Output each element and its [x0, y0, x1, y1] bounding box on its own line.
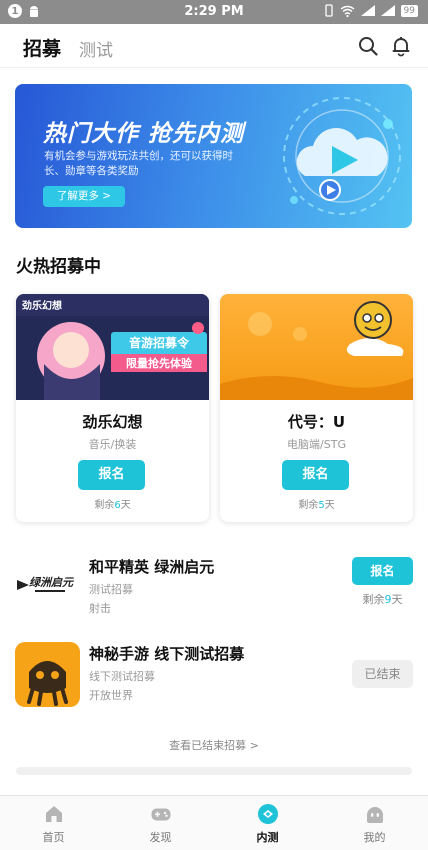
row-subtitle: 线下测试招募 [89, 670, 155, 683]
status-bar: 1 2:29 PM 99 [0, 0, 428, 24]
ended-button[interactable]: 已结束 [352, 660, 413, 688]
row-title: 神秘手游 线下测试招募 [89, 645, 245, 663]
row-subtitle: 测试招募 [89, 583, 133, 596]
nav-label: 内测 [256, 831, 279, 844]
game-tags: 音乐/换装 [88, 438, 137, 451]
list-item[interactable]: 绿洲启元 和平精英 绿洲启元 测试招募 射击 报名 剩余9天 [0, 555, 428, 623]
card-cover-image [220, 294, 413, 400]
tab-recruit[interactable]: 招募 [23, 34, 61, 61]
wifi-icon [340, 5, 354, 17]
logo-text: 绿洲启元 [29, 576, 74, 589]
search-icon[interactable] [357, 35, 379, 57]
remaining-days: 剩余9天 [362, 593, 403, 606]
nav-label: 首页 [42, 831, 65, 844]
game-name: 代号：U [287, 413, 346, 431]
top-header: 招募 测试 [0, 24, 428, 68]
nav-item-profile[interactable]: 我的 [321, 796, 428, 850]
bell-icon[interactable] [390, 35, 412, 57]
game-tags: 电脑端/STG [287, 438, 346, 451]
signal-icon [360, 5, 375, 16]
game-name: 劲乐幻想 [82, 413, 143, 431]
card-cover-image: 劲乐幻想 音游招募令 限量抢先体验 [16, 294, 209, 400]
cloud-play-illustration [283, 97, 401, 215]
learn-more-button[interactable]: 了解更多 > [43, 186, 125, 207]
profile-icon [366, 807, 383, 823]
card-art-tagline: 限量抢先体验 [126, 356, 193, 370]
list-item[interactable]: 神秘手游 线下测试招募 线下测试招募 开放世界 已结束 [0, 642, 428, 710]
row-title: 和平精英 绿洲启元 [89, 558, 215, 576]
row-genre: 射击 [89, 602, 111, 615]
promo-banner[interactable]: 热门大作 抢先内测 有机会参与游戏玩法共创，还可以获得时长、勋章等各类奖励 了解… [15, 84, 412, 228]
remaining-days: 剩余6天 [94, 500, 131, 511]
card-art-logo: 劲乐幻想 [22, 299, 62, 312]
view-ended-link[interactable]: 查看已结束招募 > [0, 737, 428, 753]
nav-item-beta[interactable]: 内测 [214, 796, 321, 850]
signup-button[interactable]: 报名 [352, 557, 413, 585]
gamepad-icon [151, 808, 170, 821]
bottom-nav: 首页 发现 内测 我的 [0, 795, 428, 850]
signal-icon-2 [380, 5, 395, 16]
tab-test[interactable]: 测试 [79, 36, 113, 61]
banner-subtitle: 有机会参与游戏玩法共创，还可以获得时长、勋章等各类奖励 [44, 150, 233, 177]
signup-button[interactable]: 报名 [282, 460, 349, 490]
remaining-days: 剩余5天 [298, 500, 335, 511]
recruit-card[interactable]: 代号：U 电脑端/STG 报名 剩余5天 [220, 294, 413, 522]
nav-item-home[interactable]: 首页 [0, 796, 107, 850]
row-genre: 开放世界 [89, 689, 133, 702]
vibrate-icon [324, 4, 333, 17]
divider [16, 767, 412, 775]
recruit-card[interactable]: 劲乐幻想 音游招募令 限量抢先体验 劲乐幻想 音乐/换装 报名 剩余6天 [16, 294, 209, 522]
nav-item-discover[interactable]: 发现 [107, 796, 214, 850]
home-icon [45, 806, 62, 822]
battery-level: 99 [400, 4, 418, 17]
nav-label: 发现 [149, 831, 172, 844]
section-title: 火热招募中 [16, 257, 101, 277]
game-logo [15, 642, 80, 707]
nav-label: 我的 [363, 831, 386, 844]
game-logo: 绿洲启元 [15, 555, 80, 620]
banner-title: 热门大作 抢先内测 [43, 121, 245, 147]
beta-icon [257, 804, 278, 824]
signup-button[interactable]: 报名 [78, 460, 145, 490]
card-art-headline: 音游招募令 [129, 335, 190, 350]
